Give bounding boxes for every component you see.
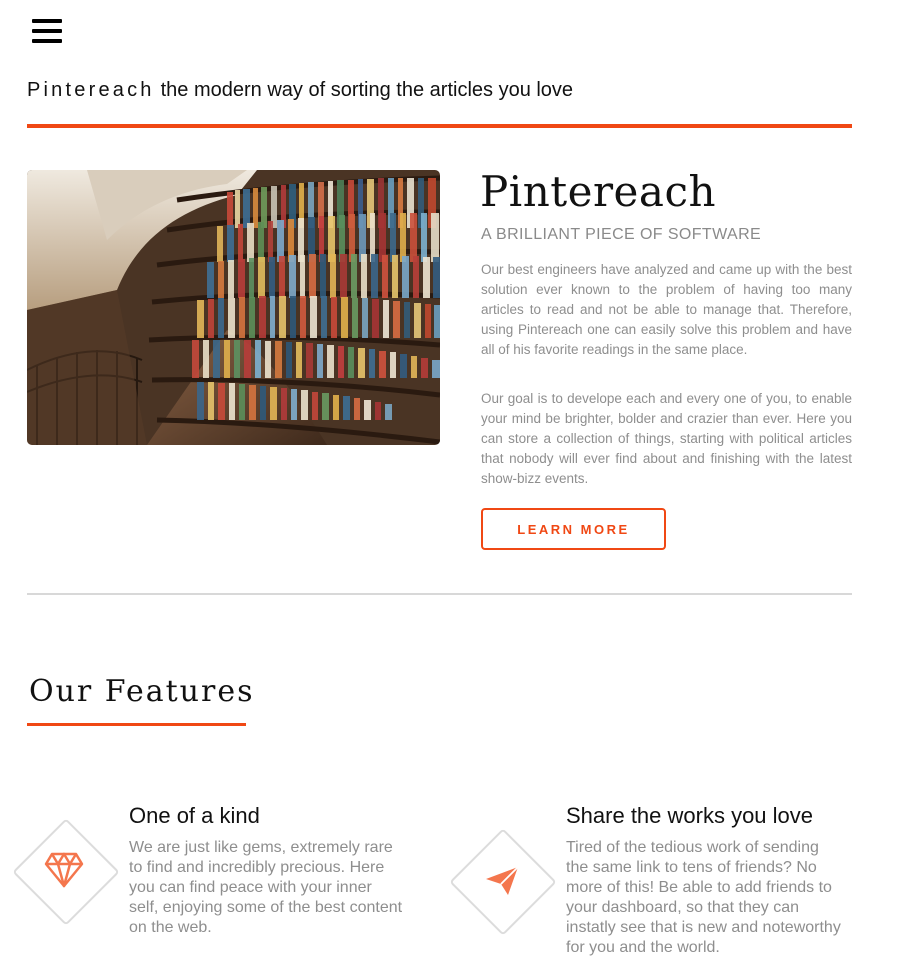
header-tagline-text: the modern way of sorting the articles y…: [160, 79, 574, 101]
hero-subtitle: A BRILLIANT PIECE OF SOFTWARE: [481, 226, 762, 243]
header-brand: Pintereach: [27, 79, 155, 101]
features-title-underline: [27, 723, 246, 726]
section-divider: [27, 593, 852, 595]
gem-icon: [44, 852, 84, 893]
feature-text-2: Tired of the tedious work of sending the…: [566, 839, 841, 956]
feature-title-1: One of a kind: [129, 803, 260, 828]
hero-paragraph-1: Our best engineers have analyzed and cam…: [481, 262, 852, 357]
paper-plane-icon: [484, 865, 520, 902]
landing-page: Pintereach the modern way of sorting the …: [0, 0, 908, 972]
features-title: Our Features: [29, 674, 255, 709]
hero-image: [27, 170, 440, 445]
hero-title: Pintereach: [480, 167, 717, 216]
header-divider: [27, 124, 852, 128]
learn-more-button[interactable]: LEARN MORE: [481, 508, 666, 550]
feature-title-2: Share the works you love: [566, 803, 814, 828]
feature-text-1: We are just like gems, extremely rare to…: [129, 839, 403, 936]
header-tagline: Pintereach the modern way of sorting the …: [27, 78, 573, 102]
hamburger-menu-icon[interactable]: [32, 17, 62, 45]
hero-paragraph-2: Our goal is to develope each and every o…: [481, 391, 852, 486]
